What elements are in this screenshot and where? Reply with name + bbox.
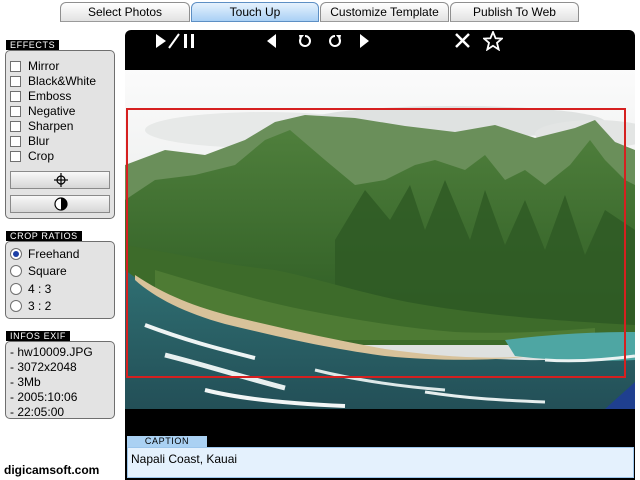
- exif-title: INFOS EXIF: [6, 331, 71, 341]
- exif-date: - 2005:10:06: [10, 390, 78, 404]
- mirror-checkbox[interactable]: [10, 60, 21, 72]
- contrast-button[interactable]: [10, 195, 110, 213]
- ratio-label: 3 : 2: [28, 299, 52, 313]
- star-icon[interactable]: [483, 31, 503, 51]
- close-icon[interactable]: [454, 32, 472, 52]
- ratio-4-3[interactable]: 4 : 3: [10, 282, 51, 296]
- effect-negative[interactable]: Negative: [10, 104, 75, 118]
- rotate-right-icon[interactable]: [327, 33, 343, 53]
- tab-touch-up[interactable]: Touch Up: [191, 2, 319, 22]
- exif-panel: - hw10009.JPG - 3072x2048 - 3Mb - 2005:1…: [5, 341, 115, 419]
- freehand-radio[interactable]: [10, 248, 22, 260]
- effect-label: Blur: [28, 134, 50, 148]
- exif-filesize: - 3Mb: [10, 375, 41, 389]
- ratio-freehand[interactable]: Freehand: [10, 247, 79, 261]
- next-icon[interactable]: [359, 32, 371, 52]
- play-pause-icon[interactable]: [155, 32, 199, 52]
- ratio-3-2[interactable]: 3 : 2: [10, 299, 51, 313]
- ratio-square[interactable]: Square: [10, 264, 67, 278]
- effect-mirror[interactable]: Mirror: [10, 59, 59, 73]
- tab-bar: Select Photos Touch Up Customize Templat…: [0, 0, 640, 24]
- effects-panel: Mirror Black&White Emboss Negative Sharp…: [5, 50, 115, 219]
- exif-resolution: - 3072x2048: [10, 360, 77, 374]
- effect-crop[interactable]: Crop: [10, 149, 54, 163]
- effect-black-white[interactable]: Black&White: [10, 74, 96, 88]
- crop-selection-box[interactable]: [126, 108, 626, 378]
- effect-sharpen[interactable]: Sharpen: [10, 119, 73, 133]
- crop-checkbox[interactable]: [10, 150, 21, 162]
- ratio-label: Freehand: [28, 247, 80, 261]
- exif-time: - 22:05:00: [10, 405, 65, 419]
- effect-label: Crop: [28, 149, 55, 163]
- ratio-4-3-radio[interactable]: [10, 283, 22, 295]
- crosshair-button[interactable]: [10, 171, 110, 189]
- effect-label: Emboss: [28, 89, 72, 103]
- previous-icon[interactable]: [266, 32, 278, 52]
- exif-filename: - hw10009.JPG: [10, 345, 93, 359]
- tab-select-photos[interactable]: Select Photos: [60, 2, 190, 22]
- caption-input[interactable]: Napali Coast, Kauai: [127, 447, 634, 478]
- crop-ratios-title: CROP RATIOS: [6, 231, 82, 241]
- rotate-left-icon[interactable]: [297, 33, 313, 53]
- brand-logo-text: digicamsoft.com: [4, 463, 100, 477]
- square-radio[interactable]: [10, 265, 22, 277]
- caption-label: CAPTION: [127, 436, 207, 447]
- effect-blur[interactable]: Blur: [10, 134, 49, 148]
- black-white-checkbox[interactable]: [10, 75, 21, 87]
- emboss-checkbox[interactable]: [10, 90, 21, 102]
- tab-publish-to-web[interactable]: Publish To Web: [450, 2, 579, 22]
- ratio-3-2-radio[interactable]: [10, 300, 22, 312]
- crop-ratios-panel: Freehand Square 4 : 3 3 : 2: [5, 241, 115, 319]
- effect-label: Negative: [28, 104, 76, 118]
- effect-label: Black&White: [28, 74, 97, 88]
- sharpen-checkbox[interactable]: [10, 120, 21, 132]
- ratio-label: Square: [28, 264, 67, 278]
- contrast-icon: [54, 197, 68, 211]
- blur-checkbox[interactable]: [10, 135, 21, 147]
- ratio-label: 4 : 3: [28, 282, 52, 296]
- crosshair-icon: [54, 173, 68, 187]
- effects-title: EFFECTS: [6, 40, 60, 50]
- effect-label: Mirror: [28, 59, 60, 73]
- negative-checkbox[interactable]: [10, 105, 21, 117]
- tab-customize-template[interactable]: Customize Template: [320, 2, 449, 22]
- effect-label: Sharpen: [28, 119, 74, 133]
- effect-emboss[interactable]: Emboss: [10, 89, 71, 103]
